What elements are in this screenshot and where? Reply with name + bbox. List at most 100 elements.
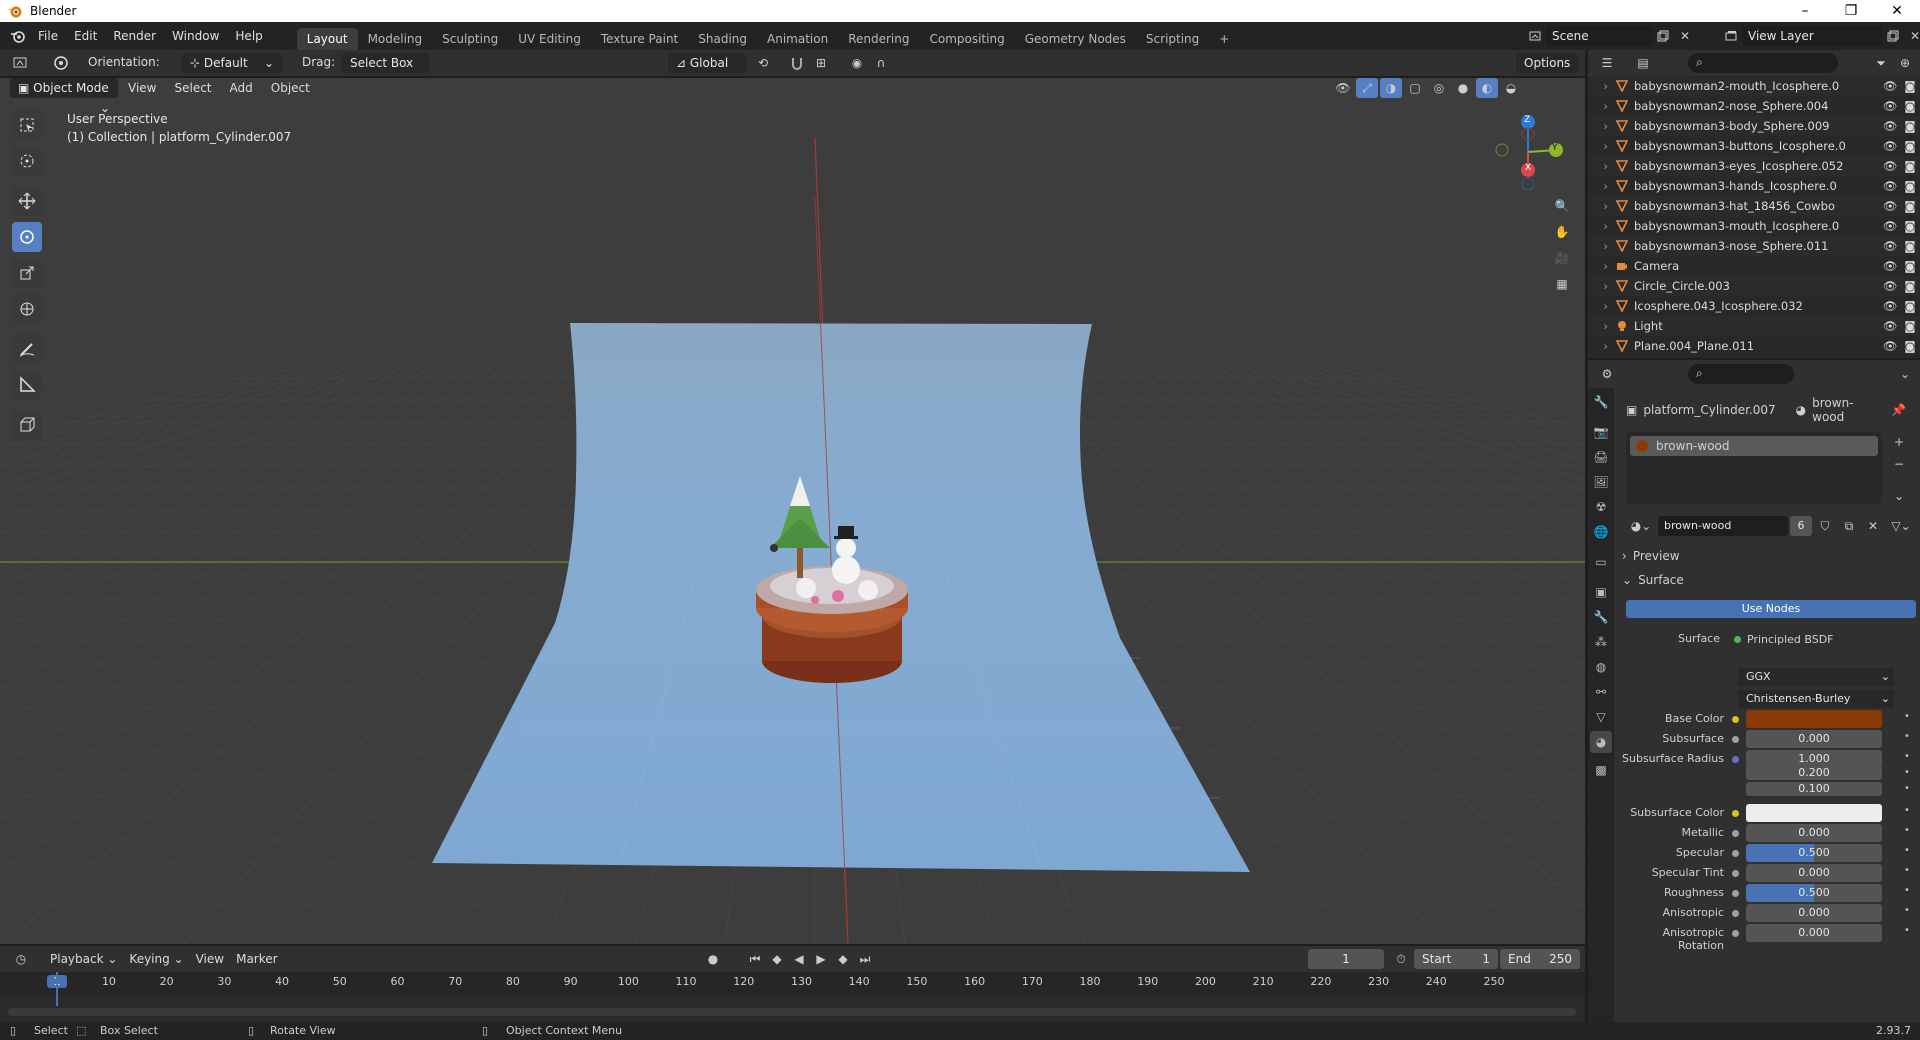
preview-range-icon[interactable]: ⏱ — [1390, 949, 1412, 969]
workspace-tab-layout[interactable]: Layout — [296, 28, 358, 50]
measure-tool-icon[interactable] — [12, 370, 42, 400]
blender-menu-icon[interactable] — [6, 26, 30, 46]
minimize-button[interactable]: – — [1782, 0, 1828, 22]
outliner-item[interactable]: › Light 👁 ◙ — [1588, 316, 1920, 336]
bsdf-value-field[interactable]: 0.000 — [1746, 824, 1882, 842]
falloff-curve-icon[interactable]: ∩ — [870, 53, 892, 73]
bsdf-value-field[interactable]: 0.000 — [1746, 924, 1882, 942]
gizmo-toggle-icon[interactable]: ⤢ — [1356, 78, 1378, 98]
render-tab-icon[interactable]: 📷 — [1590, 421, 1612, 443]
visibility-icon[interactable]: 👁 — [1332, 78, 1354, 98]
expand-arrow-icon[interactable]: › — [1588, 259, 1616, 273]
camera-render-icon[interactable]: ◙ — [1900, 159, 1920, 173]
outliner-item[interactable]: › Plane.004_Plane.011 👁 ◙ — [1588, 336, 1920, 356]
current-frame-field[interactable]: 1 — [1308, 949, 1384, 969]
eye-visibility-icon[interactable]: 👁 — [1880, 199, 1900, 213]
eye-visibility-icon[interactable]: 👁 — [1880, 299, 1900, 313]
socket-icon[interactable] — [1732, 890, 1739, 897]
camera-render-icon[interactable]: ◙ — [1900, 259, 1920, 273]
outliner-item[interactable]: › babysnowman3-body_Sphere.009 👁 ◙ — [1588, 116, 1920, 136]
bsdf-value-field[interactable]: 0.200 — [1746, 766, 1882, 780]
outliner-item[interactable]: › babysnowman2-mouth_Icosphere.0 👁 ◙ — [1588, 76, 1920, 96]
constraints-tab-icon[interactable]: ⚯ — [1590, 681, 1612, 703]
play-icon[interactable]: ▶ — [810, 949, 832, 969]
new-view-layer-icon[interactable] — [1882, 26, 1904, 46]
view-layer-tab-icon[interactable]: 🖼 — [1590, 471, 1612, 493]
zoom-icon[interactable]: 🔍 — [1551, 196, 1573, 216]
viewport-menu-view[interactable]: View — [128, 81, 156, 95]
camera-render-icon[interactable]: ◙ — [1900, 139, 1920, 153]
start-frame-field[interactable]: Start 1 — [1414, 949, 1498, 969]
keyframe-icon[interactable]: • — [1904, 751, 1910, 762]
delete-view-layer-icon[interactable]: ✕ — [1904, 26, 1920, 46]
tool-tab-icon[interactable]: 🔧 — [1590, 391, 1612, 413]
camera-render-icon[interactable]: ◙ — [1900, 299, 1920, 313]
editor-type-icon[interactable] — [10, 53, 32, 73]
workspace-tab-modeling[interactable]: Modeling — [358, 28, 433, 50]
expand-arrow-icon[interactable]: › — [1588, 239, 1616, 253]
keyframe-icon[interactable]: • — [1904, 783, 1910, 794]
workspace-tab-geometry-nodes[interactable]: Geometry Nodes — [1015, 28, 1136, 50]
expand-arrow-icon[interactable]: › — [1588, 99, 1616, 113]
socket-icon[interactable] — [1732, 716, 1739, 723]
outliner-item[interactable]: › babysnowman3-mouth_Icosphere.0 👁 ◙ — [1588, 216, 1920, 236]
display-mode-icon[interactable]: ▤ — [1632, 53, 1654, 73]
workspace-tab-texture-paint[interactable]: Texture Paint — [591, 28, 688, 50]
keyframe-icon[interactable]: • — [1904, 925, 1910, 936]
material-tab-icon[interactable]: ◕ — [1590, 731, 1612, 753]
camera-view-icon[interactable]: 🎥 — [1551, 248, 1573, 268]
bsdf-value-field[interactable]: 0.500 — [1746, 844, 1882, 862]
expand-arrow-icon[interactable]: › — [1588, 79, 1616, 93]
keyframe-icon[interactable]: • — [1904, 865, 1910, 876]
eye-visibility-icon[interactable]: 👁 — [1880, 99, 1900, 113]
properties-search-input[interactable]: ⌕ — [1688, 364, 1794, 384]
camera-render-icon[interactable]: ◙ — [1900, 99, 1920, 113]
particles-tab-icon[interactable]: ⁂ — [1590, 631, 1612, 653]
keyframe-icon[interactable]: • — [1904, 711, 1910, 722]
bsdf-value-field[interactable] — [1746, 804, 1882, 822]
keyframe-icon[interactable]: • — [1904, 731, 1910, 742]
eye-visibility-icon[interactable]: 👁 — [1880, 219, 1900, 233]
eye-visibility-icon[interactable]: 👁 — [1880, 259, 1900, 273]
xray-icon[interactable]: ▢ — [1404, 78, 1426, 98]
filter-icon[interactable]: ⏷ — [1870, 53, 1892, 73]
camera-render-icon[interactable]: ◙ — [1900, 219, 1920, 233]
new-scene-icon[interactable] — [1652, 26, 1674, 46]
scale-tool-icon[interactable] — [12, 258, 42, 288]
outliner-item[interactable]: › Circle_Circle.003 👁 ◙ — [1588, 276, 1920, 296]
socket-icon[interactable] — [1732, 870, 1739, 877]
outliner-item[interactable]: › babysnowman3-nose_Sphere.011 👁 ◙ — [1588, 236, 1920, 256]
outliner-editor-type-icon[interactable]: ☰ — [1596, 53, 1618, 73]
timeline-menu-keying[interactable]: Keying ⌄ — [129, 952, 183, 966]
keyframe-icon[interactable]: • — [1904, 845, 1910, 856]
workspace-tab-rendering[interactable]: Rendering — [838, 28, 919, 50]
outliner-item[interactable]: › Camera 👁 ◙ — [1588, 256, 1920, 276]
select-box-tool-icon[interactable] — [12, 110, 42, 140]
outliner-item[interactable]: › babysnowman3-hands_Icosphere.0 👁 ◙ — [1588, 176, 1920, 196]
expand-arrow-icon[interactable]: › — [1588, 319, 1616, 333]
menu-edit[interactable]: Edit — [66, 25, 105, 47]
data-tab-icon[interactable]: ▽ — [1590, 706, 1612, 728]
camera-render-icon[interactable]: ◙ — [1900, 239, 1920, 253]
camera-render-icon[interactable]: ◙ — [1900, 179, 1920, 193]
menu-help[interactable]: Help — [227, 25, 270, 47]
solid-shading-icon[interactable]: ● — [1452, 78, 1474, 98]
add-cube-tool-icon[interactable] — [12, 410, 42, 440]
pivot-point-icon[interactable]: ⟲ — [752, 53, 774, 73]
eye-visibility-icon[interactable]: 👁 — [1880, 79, 1900, 93]
new-collection-icon[interactable]: ⊕ — [1894, 53, 1916, 73]
eye-visibility-icon[interactable]: 👁 — [1880, 179, 1900, 193]
move-tool-icon[interactable] — [12, 186, 42, 216]
jump-start-icon[interactable]: ⏮ — [744, 949, 766, 969]
viewport-menu-select[interactable]: Select — [174, 81, 211, 95]
outliner[interactable]: › babysnowman2-mouth_Icosphere.0 👁 ◙ › babysn… — [1588, 76, 1920, 358]
camera-render-icon[interactable]: ◙ — [1900, 199, 1920, 213]
camera-render-icon[interactable]: ◙ — [1900, 339, 1920, 353]
wireframe-shading-icon[interactable]: ◎ — [1428, 78, 1450, 98]
transform-orientation-dropdown[interactable]: ⊿ Global⌄ — [668, 53, 746, 90]
object-tab-icon[interactable]: ▣ — [1590, 581, 1612, 603]
menu-file[interactable]: File — [30, 25, 66, 47]
expand-arrow-icon[interactable]: › — [1588, 219, 1616, 233]
bsdf-value-field[interactable]: 0.100 — [1746, 782, 1882, 796]
expand-arrow-icon[interactable]: › — [1588, 139, 1616, 153]
